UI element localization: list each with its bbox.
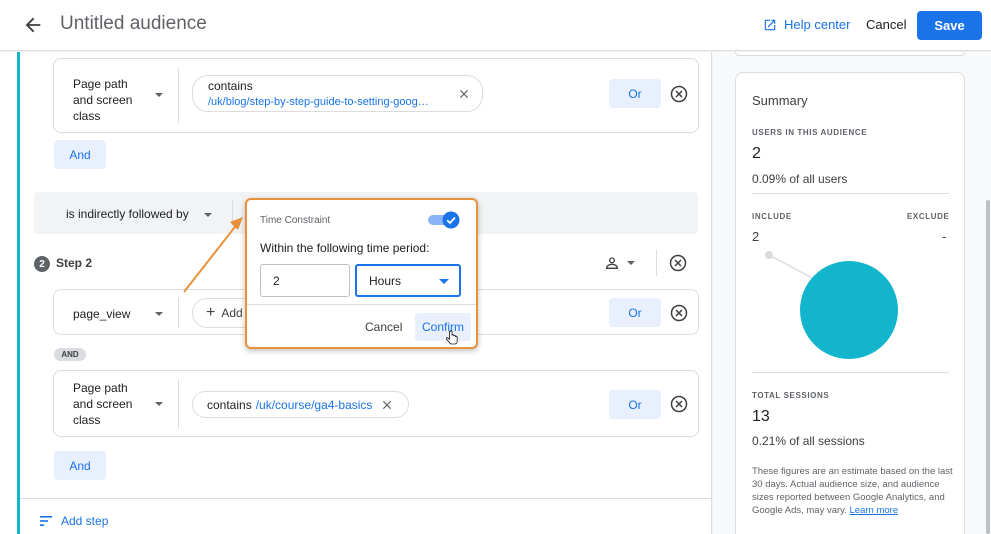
- filter-chip[interactable]: contains /uk/blog/step-by-step-guide-to-…: [192, 75, 483, 112]
- divider: [232, 200, 233, 226]
- sequence-relation-select[interactable]: is indirectly followed by: [66, 207, 189, 221]
- help-center-link[interactable]: Help center: [763, 17, 850, 32]
- time-unit-select[interactable]: Hours: [355, 264, 461, 297]
- summary-card: Summary USERS IN THIS AUDIENCE 2 0.09% o…: [735, 72, 965, 534]
- exclude-caption: EXCLUDE: [907, 212, 950, 221]
- save-button[interactable]: Save: [917, 11, 982, 40]
- include-caption: INCLUDE: [752, 212, 792, 221]
- estimate-note: These figures are an estimate based on t…: [752, 465, 954, 517]
- sort-icon: [40, 516, 52, 526]
- divider: [178, 298, 179, 328]
- filter-chip[interactable]: contains /uk/course/ga4-basics: [192, 391, 409, 418]
- add-step-label: Add step: [61, 514, 109, 528]
- chevron-down-icon[interactable]: [155, 93, 163, 97]
- divider: [20, 498, 712, 499]
- audience-venn-diagram: [765, 251, 898, 359]
- users-value: 2: [752, 145, 761, 162]
- close-icon[interactable]: [380, 398, 394, 412]
- filter-operator: contains: [207, 397, 252, 412]
- sessions-value: 13: [752, 408, 770, 425]
- dimension-select[interactable]: Page path and screen class: [73, 380, 139, 428]
- step1-condition-card: Page path and screen class contains /uk/…: [53, 58, 699, 133]
- users-caption: USERS IN THIS AUDIENCE: [752, 128, 868, 137]
- add-step-button[interactable]: Add step: [40, 514, 108, 528]
- dimension-label: Page path and screen class: [73, 77, 133, 123]
- time-constraint-dialog: Time Constraint Within the following tim…: [245, 198, 478, 349]
- divider: [656, 250, 657, 276]
- app-header: Untitled audience Help center Cancel Sav…: [0, 0, 991, 51]
- dimension-label: Page path and screen class: [73, 381, 133, 427]
- remove-condition-icon[interactable]: [670, 395, 688, 413]
- time-constraint-toggle[interactable]: [428, 211, 460, 229]
- cancel-button[interactable]: Cancel: [866, 17, 906, 32]
- remove-condition-icon[interactable]: [670, 304, 688, 322]
- dialog-subtitle: Within the following time period:: [260, 241, 430, 255]
- chevron-down-icon[interactable]: [627, 261, 635, 265]
- users-percent: 0.09% of all users: [752, 172, 848, 186]
- or-button[interactable]: Or: [609, 298, 661, 327]
- sessions-percent: 0.21% of all sessions: [752, 434, 865, 448]
- add-label: Add: [221, 306, 243, 320]
- step-number-badge: 2: [34, 256, 50, 272]
- cursor-hand-icon: [446, 330, 458, 345]
- chevron-down-icon[interactable]: [155, 312, 163, 316]
- sequence-rail: [17, 52, 20, 534]
- filter-value: /uk/course/ga4-basics: [255, 397, 373, 412]
- summary-title: Summary: [752, 93, 808, 108]
- divider: [752, 193, 949, 194]
- close-icon[interactable]: [457, 87, 471, 101]
- remove-condition-icon[interactable]: [670, 85, 688, 103]
- and-button[interactable]: And: [54, 451, 106, 480]
- and-button[interactable]: And: [54, 140, 106, 169]
- page-title: Untitled audience: [60, 13, 207, 34]
- divider: [178, 68, 179, 123]
- person-icon[interactable]: [604, 255, 620, 271]
- chevron-down-icon: [439, 279, 449, 284]
- scrollbar[interactable]: [986, 200, 990, 534]
- remove-step-icon[interactable]: [669, 254, 687, 272]
- open-in-new-icon: [764, 19, 776, 30]
- learn-more-link[interactable]: Learn more: [850, 505, 899, 516]
- time-unit-value: Hours: [369, 273, 402, 288]
- or-button[interactable]: Or: [609, 390, 661, 419]
- dialog-cancel-button[interactable]: Cancel: [365, 320, 402, 334]
- chevron-down-icon[interactable]: [204, 213, 212, 217]
- and-badge: AND: [54, 348, 86, 361]
- chevron-down-icon[interactable]: [155, 402, 163, 406]
- dialog-title: Time Constraint: [260, 215, 331, 226]
- divider: [178, 379, 179, 429]
- dialog-confirm-button[interactable]: Confirm: [415, 313, 471, 341]
- add-icon: +: [206, 304, 216, 321]
- help-center-label: Help center: [784, 17, 851, 32]
- sessions-caption: TOTAL SESSIONS: [752, 391, 830, 400]
- or-button[interactable]: Or: [609, 79, 661, 108]
- panel-card-edge: [735, 52, 965, 56]
- back-arrow-icon[interactable]: [22, 14, 44, 36]
- step-title: Step 2: [56, 256, 93, 270]
- filter-value: /uk/blog/step-by-step-guide-to-setting-g…: [208, 96, 429, 108]
- filter-operator: contains: [208, 79, 253, 93]
- step2-condition2-card: Page path and screen class contains /uk/…: [53, 370, 699, 437]
- time-amount-input[interactable]: 2: [260, 264, 350, 297]
- dimension-select[interactable]: page_view: [73, 306, 130, 322]
- divider: [247, 304, 476, 305]
- divider: [752, 372, 949, 373]
- dimension-select[interactable]: Page path and screen class: [73, 76, 139, 124]
